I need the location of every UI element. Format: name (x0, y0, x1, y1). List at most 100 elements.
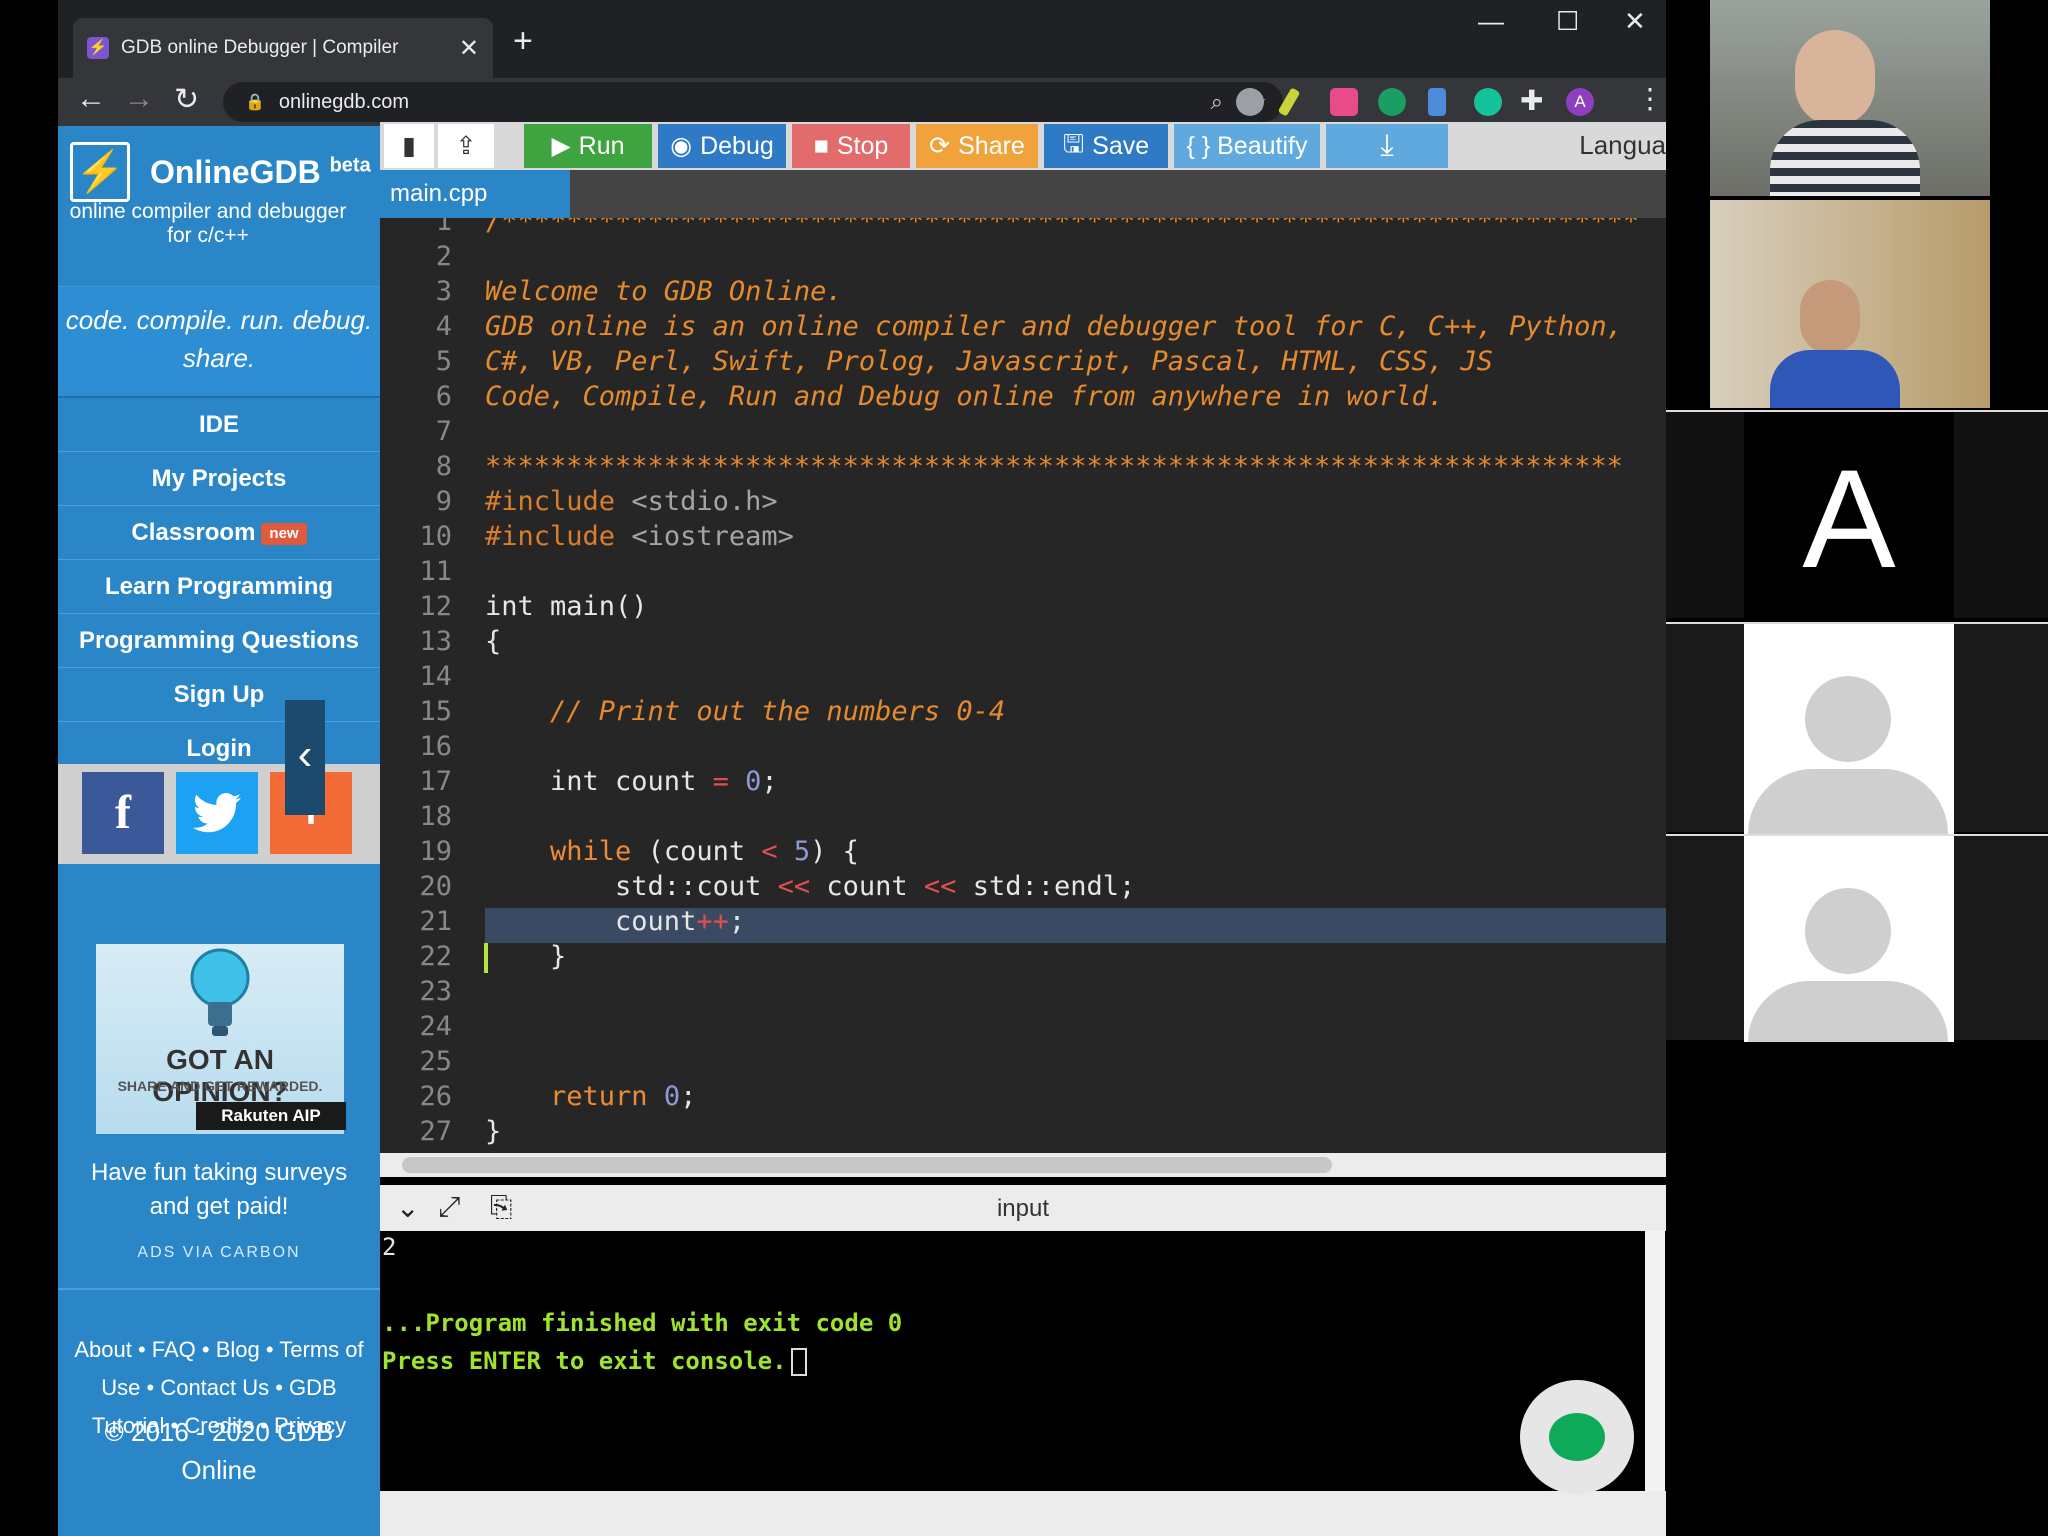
stop-icon: ■ (813, 131, 829, 160)
brand-beta: beta (329, 154, 371, 177)
code-line[interactable]: Welcome to GDB Online. (485, 276, 843, 307)
scrollbar-thumb[interactable] (402, 1157, 1332, 1173)
code-line[interactable]: GDB online is an online compiler and deb… (485, 311, 1623, 342)
video-tile-participant-1[interactable] (1710, 0, 1990, 196)
code-line[interactable]: } (485, 941, 566, 972)
share-label: Share (958, 131, 1025, 160)
line-number: 25 (419, 1046, 452, 1077)
code-line[interactable]: } (485, 1116, 501, 1147)
back-icon[interactable]: ← (76, 82, 106, 116)
minimize-icon[interactable]: — (1478, 6, 1504, 37)
lightbulb-icon (190, 948, 250, 1036)
forward-icon[interactable]: → (124, 82, 154, 116)
code-line[interactable]: // Print out the numbers 0-4 (485, 696, 1005, 727)
line-number: 16 (419, 731, 452, 762)
sidebar-item-learn-programming[interactable]: Learn Programming (58, 560, 380, 614)
line-number: 6 (435, 381, 452, 412)
facebook-icon[interactable]: f (82, 772, 164, 854)
code-line[interactable]: while (count < 5) { (485, 836, 859, 867)
download-icon: ⤓ (1380, 129, 1394, 162)
code-line[interactable]: Code, Compile, Run and Debug online from… (485, 381, 1444, 412)
maximize-icon[interactable]: ☐ (1556, 6, 1579, 37)
flask-extension-icon[interactable] (1428, 88, 1446, 116)
code-line[interactable]: count++; (485, 906, 745, 937)
reload-icon[interactable]: ↻ (174, 82, 199, 117)
social-buttons: f + (58, 764, 380, 864)
line-number: 26 (419, 1081, 452, 1112)
sidebar-divider (58, 1288, 380, 1290)
sidebar-item-label: Classroom (131, 519, 256, 546)
sidebar-item-ide[interactable]: IDE (58, 398, 380, 452)
console-vertical-scrollbar[interactable] (1645, 1231, 1665, 1491)
text-cursor (790, 1348, 807, 1376)
video-tile-participant-2[interactable] (1710, 200, 1990, 408)
code-line[interactable]: #include <iostream> (485, 521, 794, 552)
g-extension-icon[interactable] (1330, 88, 1358, 116)
code-line[interactable]: C#, VB, Perl, Swift, Prolog, Javascript,… (485, 346, 1493, 377)
close-window-icon[interactable]: ✕ (1624, 6, 1646, 37)
brand-name[interactable]: OnlineGDB beta (150, 154, 371, 191)
line-number: 15 (419, 696, 452, 727)
new-file-icon[interactable]: ▮ (384, 124, 434, 168)
share-button[interactable]: ⟳ Share (916, 124, 1038, 168)
twitter-icon[interactable] (176, 772, 258, 854)
code-line[interactable]: /***************************************… (485, 218, 1639, 237)
code-line[interactable]: #include <stdio.h> (485, 486, 778, 517)
file-tab-row: main.cpp (380, 170, 1666, 218)
file-tab-main-cpp[interactable]: main.cpp (380, 170, 570, 218)
code-editor[interactable]: 1 /**************************************… (380, 218, 1666, 1153)
horizontal-scrollbar[interactable] (380, 1153, 1666, 1177)
code-line[interactable]: { (485, 626, 501, 657)
chat-extension-icon[interactable] (1378, 88, 1406, 116)
menu-kebab-icon[interactable]: ⋮ (1636, 82, 1664, 115)
line-number: 11 (419, 556, 452, 587)
language-selector[interactable]: Langua (1579, 130, 1666, 161)
code-line[interactable]: std::cout << count << std::endl; (485, 871, 1135, 902)
collapse-sidebar-button[interactable]: ‹ (285, 700, 325, 815)
chat-widget-button[interactable] (1520, 1380, 1634, 1494)
new-tab-button[interactable]: + (513, 22, 533, 61)
zoom-icon[interactable]: ⌕ (1211, 89, 1223, 115)
address-bar[interactable]: 🔒 onlinegdb.com ⌕ ☆ (223, 82, 1283, 122)
sidebar-item-sign-up[interactable]: Sign Up (58, 668, 380, 722)
code-line[interactable]: int count = 0; (485, 766, 778, 797)
default-avatar-icon (1805, 888, 1891, 974)
lock-icon: 🔒 (245, 94, 265, 111)
ads-via-carbon[interactable]: ADS VIA CARBON (58, 1244, 380, 1262)
extensions-puzzle-icon[interactable]: ✚ (1520, 84, 1543, 117)
tab-close-icon[interactable]: ✕ (459, 34, 479, 63)
onlinegdb-logo-icon[interactable]: ⚡ (70, 142, 130, 202)
console-output[interactable]: 2 ...Program finished with exit code 0 P… (380, 1231, 1645, 1491)
sidebar-item-classroom[interactable]: Classroom new (58, 506, 380, 560)
ad-text[interactable]: Have fun taking surveys and get paid! (78, 1156, 360, 1224)
line-number: 24 (419, 1011, 452, 1042)
video-tile-participant-3[interactable]: A (1666, 410, 2048, 620)
tab-title: GDB online Debugger | Compiler (121, 37, 399, 58)
save-button[interactable]: 🖫 Save (1044, 124, 1168, 168)
save-icon: 🖫 (1062, 129, 1085, 158)
debug-icon: ◉ (670, 132, 693, 160)
share-icon: ⟳ (929, 132, 951, 160)
line-number: 20 (419, 871, 452, 902)
brand-name-text: OnlineGDB (150, 154, 321, 190)
download-button[interactable]: ⤓ (1326, 124, 1448, 168)
video-tile-participant-4[interactable] (1666, 622, 2048, 834)
line-number: 22 (419, 941, 452, 972)
participant-initial: A (1802, 440, 1896, 597)
profile-avatar[interactable]: A (1566, 88, 1594, 116)
sidebar-item-my-projects[interactable]: My Projects (58, 452, 380, 506)
debug-button[interactable]: ◉ Debug (658, 124, 786, 168)
run-button[interactable]: ▶ Run (524, 124, 652, 168)
browser-tab[interactable]: ⚡ GDB online Debugger | Compiler ✕ (73, 18, 493, 78)
code-line[interactable]: int main() (485, 591, 648, 622)
video-tile-participant-5[interactable] (1666, 834, 2048, 1042)
grammarly-icon[interactable] (1474, 88, 1502, 116)
upload-icon[interactable]: ⇪ (438, 124, 494, 168)
code-line[interactable]: ****************************************… (485, 451, 1623, 482)
stop-button[interactable]: ■ Stop (792, 124, 910, 168)
extension-icon[interactable] (1236, 88, 1264, 116)
ad-banner[interactable]: GOT AN OPINION? SHARE AND GET REWARDED. … (96, 944, 346, 1134)
sidebar-item-programming-questions[interactable]: Programming Questions (58, 614, 380, 668)
beautify-button[interactable]: { } Beautify (1174, 124, 1320, 168)
code-line[interactable]: return 0; (485, 1081, 696, 1112)
